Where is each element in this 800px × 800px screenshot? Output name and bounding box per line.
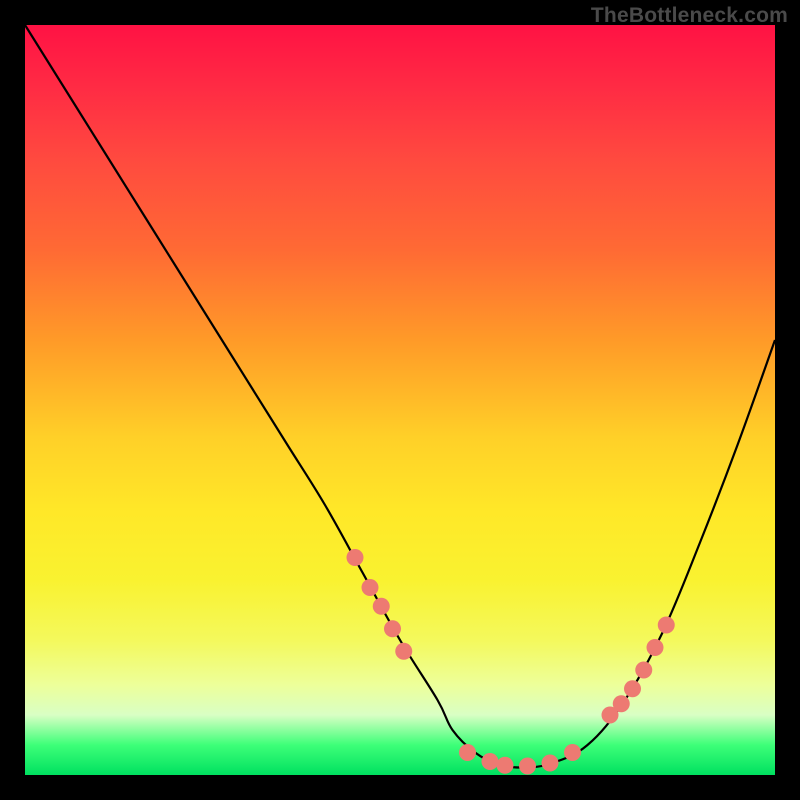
marker-dot xyxy=(395,643,412,660)
marker-dot xyxy=(362,579,379,596)
marker-dot xyxy=(384,620,401,637)
marker-dot xyxy=(647,639,664,656)
marker-dot xyxy=(347,549,364,566)
marker-dot xyxy=(542,755,559,772)
plot-area xyxy=(25,25,775,775)
watermark-text: TheBottleneck.com xyxy=(591,4,788,28)
chart-frame: TheBottleneck.com xyxy=(0,0,800,800)
marker-dot xyxy=(624,680,641,697)
highlight-markers xyxy=(347,549,675,775)
marker-dot xyxy=(482,753,499,770)
marker-dot xyxy=(613,695,630,712)
marker-dot xyxy=(373,598,390,615)
marker-dot xyxy=(459,744,476,761)
chart-svg xyxy=(25,25,775,775)
marker-dot xyxy=(635,662,652,679)
marker-dot xyxy=(658,617,675,634)
marker-dot xyxy=(519,758,536,775)
marker-dot xyxy=(564,744,581,761)
marker-dot xyxy=(497,757,514,774)
